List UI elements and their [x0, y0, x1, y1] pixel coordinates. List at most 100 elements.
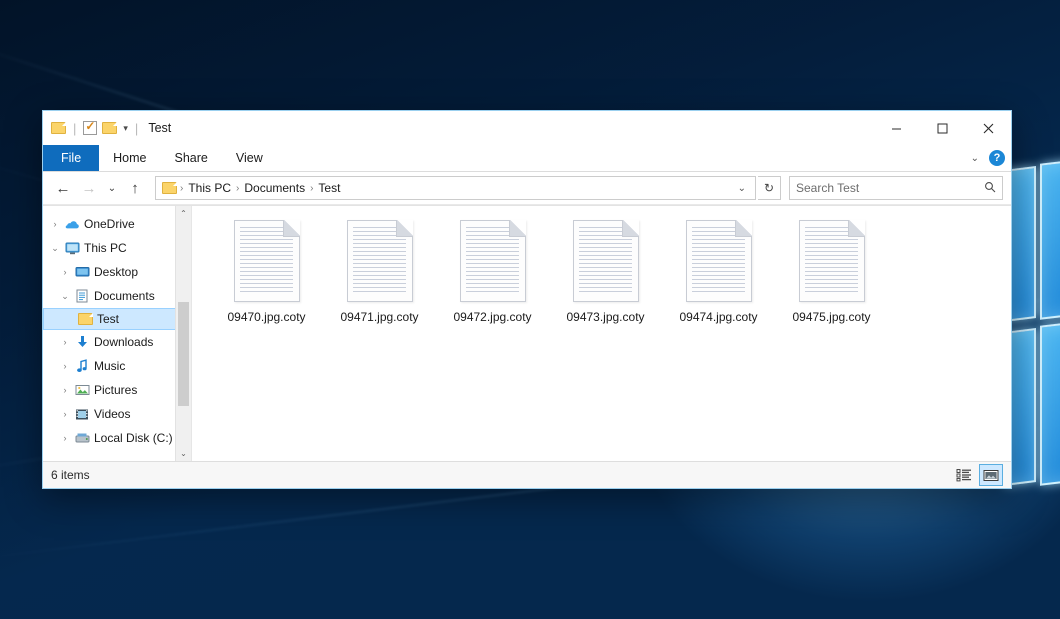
sidebar-item-label: Desktop	[94, 265, 138, 279]
scroll-down-button[interactable]: ⌄	[176, 446, 191, 461]
generic-document-icon	[573, 220, 639, 302]
file-grid: 09470.jpg.coty 09471.jpg.coty 09472.jpg.…	[210, 218, 1011, 324]
file-name: 09471.jpg.coty	[340, 310, 418, 324]
chevron-down-icon[interactable]: ⌄	[47, 243, 63, 254]
forward-button[interactable]: →	[77, 176, 101, 200]
generic-document-icon	[799, 220, 865, 302]
sidebar-item-local-disk-c[interactable]: › Local Disk (C:)	[43, 426, 191, 450]
breadcrumb-item-this-pc[interactable]: This PC	[183, 181, 236, 195]
folder-tree: › OneDrive ⌄ This PC ›	[43, 212, 191, 450]
quick-access-toolbar: | ▾ |	[51, 121, 140, 136]
chevron-right-icon[interactable]: ›	[57, 409, 73, 419]
folder-icon[interactable]	[51, 122, 66, 134]
chevron-right-icon[interactable]: ›	[47, 219, 63, 229]
folder-icon	[162, 182, 177, 194]
list-item[interactable]: 09473.jpg.coty	[549, 218, 662, 324]
sidebar-item-label: Downloads	[94, 335, 153, 349]
details-view-button[interactable]	[953, 465, 975, 485]
back-button[interactable]: ←	[51, 176, 75, 200]
file-list-area[interactable]: 09470.jpg.coty 09471.jpg.coty 09472.jpg.…	[192, 206, 1011, 461]
list-item[interactable]: 09474.jpg.coty	[662, 218, 775, 324]
list-item[interactable]: 09471.jpg.coty	[323, 218, 436, 324]
window-body: › OneDrive ⌄ This PC ›	[43, 205, 1011, 461]
sidebar-item-onedrive[interactable]: › OneDrive	[43, 212, 191, 236]
sidebar-item-label: Pictures	[94, 383, 137, 397]
properties-icon[interactable]	[83, 121, 97, 135]
generic-document-icon	[347, 220, 413, 302]
file-explorer-window: | ▾ | Test File Home	[42, 110, 1012, 489]
maximize-button[interactable]	[919, 111, 965, 145]
chevron-down-icon[interactable]: ▾	[123, 123, 128, 134]
sidebar-item-label: Music	[94, 359, 125, 373]
folder-icon	[76, 313, 94, 325]
music-icon	[73, 359, 91, 373]
sidebar-item-desktop[interactable]: › Desktop	[43, 260, 191, 284]
desktop-icon	[73, 266, 91, 278]
chevron-right-icon[interactable]: ›	[57, 361, 73, 371]
file-name: 09474.jpg.coty	[679, 310, 757, 324]
minimize-button[interactable]	[873, 111, 919, 145]
breadcrumb-bar[interactable]: › This PC › Documents › Test ⌄	[155, 176, 756, 200]
qat-divider-1: |	[73, 121, 76, 136]
sidebar-item-label: Local Disk (C:)	[94, 431, 173, 445]
file-name: 09470.jpg.coty	[227, 310, 305, 324]
large-icons-view-button[interactable]	[979, 464, 1003, 486]
sidebar-scrollbar[interactable]: ⌃ ⌄	[175, 206, 191, 461]
sidebar-item-music[interactable]: › Music	[43, 354, 191, 378]
tab-share[interactable]: Share	[161, 145, 222, 171]
up-button[interactable]: ↑	[123, 176, 147, 200]
scroll-up-button[interactable]: ⌃	[176, 206, 191, 221]
generic-document-icon	[234, 220, 300, 302]
window-title: Test	[148, 121, 171, 135]
sidebar-item-this-pc[interactable]: ⌄ This PC	[43, 236, 191, 260]
scrollbar-thumb[interactable]	[178, 302, 189, 406]
pictures-icon	[73, 384, 91, 396]
sidebar-item-downloads[interactable]: › Downloads	[43, 330, 191, 354]
close-button[interactable]	[965, 111, 1011, 145]
tab-home[interactable]: Home	[99, 145, 160, 171]
monitor-icon	[63, 242, 81, 255]
harddisk-icon	[73, 432, 91, 444]
chevron-right-icon[interactable]: ›	[57, 385, 73, 395]
generic-document-icon	[686, 220, 752, 302]
list-item[interactable]: 09472.jpg.coty	[436, 218, 549, 324]
tab-file[interactable]: File	[43, 145, 99, 171]
new-folder-icon[interactable]	[102, 122, 117, 134]
sidebar-item-test[interactable]: Test	[43, 308, 191, 330]
qat-divider-2: |	[135, 121, 138, 136]
sidebar-item-label: This PC	[84, 241, 127, 255]
sidebar-item-pictures[interactable]: › Pictures	[43, 378, 191, 402]
list-item[interactable]: 09470.jpg.coty	[210, 218, 323, 324]
sidebar-item-documents[interactable]: ⌄ Documents	[43, 284, 191, 308]
recent-locations-button[interactable]: ⌄	[103, 176, 121, 200]
chevron-right-icon[interactable]: ›	[57, 337, 73, 347]
navigation-pane: › OneDrive ⌄ This PC ›	[43, 206, 192, 461]
ribbon-tabs: File Home Share View ⌄ ?	[43, 145, 1011, 172]
chevron-right-icon[interactable]: ›	[57, 267, 73, 277]
windows-logo-pane-topright	[1040, 156, 1060, 320]
file-name: 09473.jpg.coty	[566, 310, 644, 324]
refresh-button[interactable]: ↻	[758, 176, 781, 200]
help-icon[interactable]: ?	[989, 150, 1005, 166]
title-bar: | ▾ | Test	[43, 111, 1011, 145]
list-item[interactable]: 09475.jpg.coty	[775, 218, 888, 324]
file-name: 09472.jpg.coty	[453, 310, 531, 324]
breadcrumb-item-test[interactable]: Test	[313, 181, 345, 195]
window-controls	[873, 111, 1011, 145]
chevron-down-icon[interactable]: ⌄	[57, 291, 73, 302]
download-icon	[73, 335, 91, 349]
videos-icon	[73, 408, 91, 421]
chevron-right-icon[interactable]: ›	[57, 433, 73, 443]
view-toggle-group	[953, 462, 1003, 488]
sidebar-item-videos[interactable]: › Videos	[43, 402, 191, 426]
sidebar-item-label: OneDrive	[84, 217, 135, 231]
breadcrumb-item-documents[interactable]: Documents	[239, 181, 310, 195]
search-input[interactable]: Search Test	[796, 181, 984, 195]
search-box[interactable]: Search Test	[789, 176, 1003, 200]
address-dropdown-icon[interactable]: ⌄	[733, 183, 751, 194]
tab-view[interactable]: View	[222, 145, 277, 171]
breadcrumb: › This PC › Documents › Test	[180, 181, 733, 195]
ribbon-right-controls: ⌄ ?	[971, 145, 1005, 171]
search-icon	[984, 181, 996, 196]
chevron-down-icon[interactable]: ⌄	[971, 153, 979, 164]
